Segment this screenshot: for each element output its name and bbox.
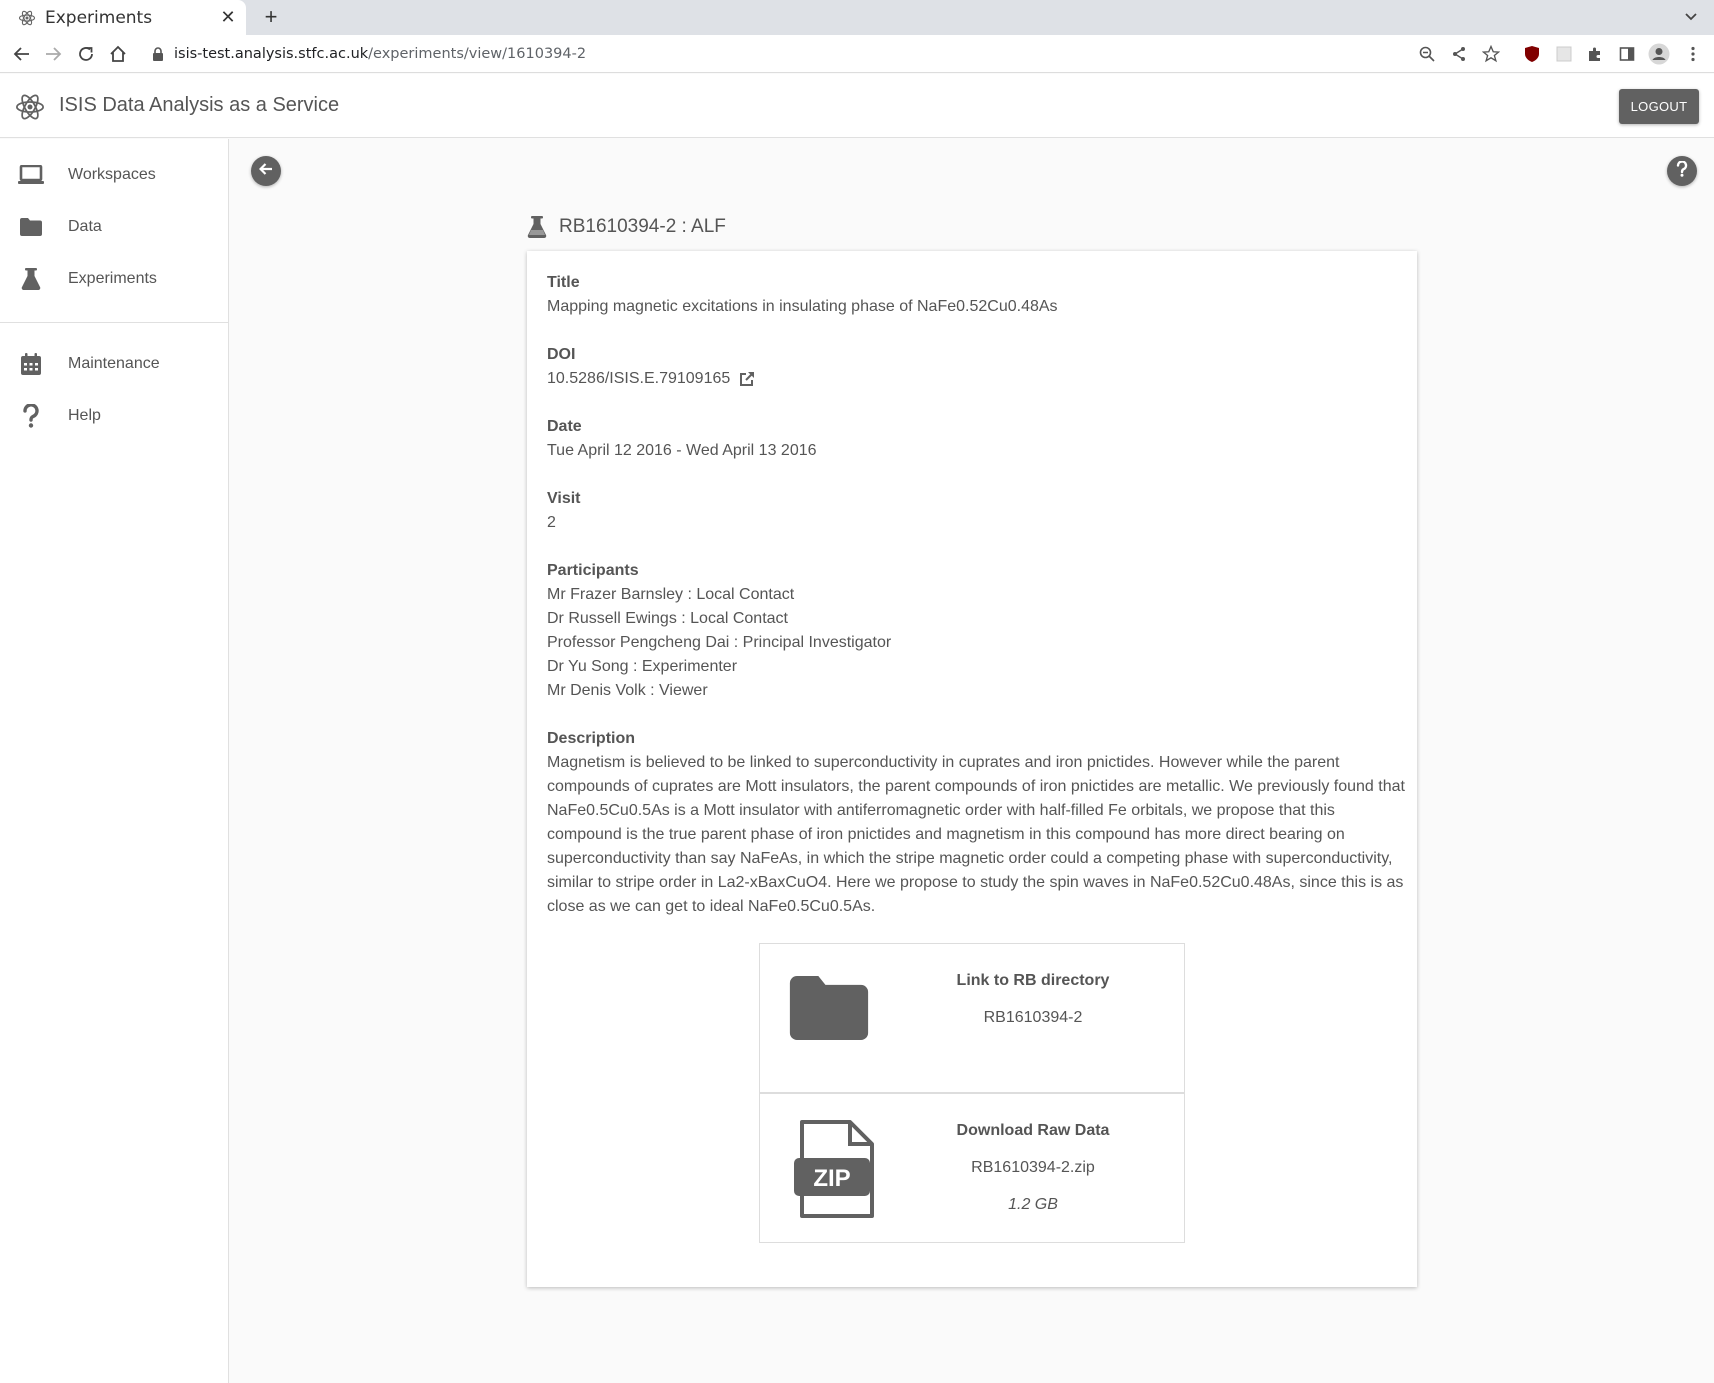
participant: Mr Denis Volk : Viewer — [547, 682, 708, 699]
browser-toolbar: isis-test.analysis.stfc.ac.uk/experiment… — [0, 35, 1714, 73]
zip-file-icon: ZIP — [792, 1120, 874, 1218]
participant: Mr Frazer Barnsley : Local Contact — [547, 586, 795, 603]
field-label: Date — [547, 418, 582, 435]
field-label: DOI — [547, 346, 576, 363]
download-title: Download Raw Data — [956, 1122, 1110, 1139]
doi-value: 10.5286/ISIS.E.79109165 — [547, 370, 731, 387]
description-field: Description Magnetism is believed to be … — [547, 727, 1407, 919]
date-value: Tue April 12 2016 - Wed April 13 2016 — [547, 442, 817, 459]
experiment-heading: RB1610394-2 : ALF — [526, 214, 726, 240]
rb-link-value: RB1610394-2 — [983, 1009, 1083, 1026]
participant: Professor Pengcheng Dai : Principal Inve… — [547, 634, 892, 651]
question-icon — [18, 403, 44, 429]
help-button[interactable] — [1667, 156, 1697, 186]
flask-icon — [18, 266, 44, 292]
sidebar-item-label: Data — [68, 218, 102, 235]
rb-link-title: Link to RB directory — [956, 972, 1110, 989]
experiment-title: Mapping magnetic excitations in insulati… — [547, 298, 1058, 315]
chevron-down-icon[interactable] — [1680, 6, 1702, 28]
zoom-icon[interactable] — [1415, 42, 1439, 66]
browser-tab-bar: Experiments ✕ + — [0, 0, 1714, 35]
sidebar-item-label: Workspaces — [68, 166, 156, 183]
url-text: isis-test.analysis.stfc.ac.uk/experiment… — [174, 46, 587, 62]
sidebar-divider — [0, 322, 228, 323]
visit-value: 2 — [547, 514, 556, 531]
flask-icon — [526, 214, 548, 240]
calendar-icon — [18, 351, 44, 377]
sidebar-item-label: Help — [68, 407, 101, 424]
field-label: Title — [547, 274, 580, 291]
doi-field: DOI 10.5286/ISIS.E.79109165 — [547, 343, 755, 391]
sidebar-item-workspaces[interactable]: Workspaces — [0, 150, 228, 200]
side-panel-icon[interactable] — [1615, 42, 1639, 66]
tab-title: Experiments — [45, 7, 153, 28]
folder-icon — [18, 214, 44, 240]
back-button[interactable] — [251, 156, 281, 186]
puzzle-extensions-icon[interactable] — [1583, 42, 1607, 66]
download-filesize: 1.2 GB — [1008, 1196, 1058, 1213]
back-arrow-icon[interactable] — [10, 42, 34, 66]
sidebar-item-label: Experiments — [68, 270, 157, 287]
date-field: Date Tue April 12 2016 - Wed April 13 20… — [547, 415, 817, 463]
page-title: RB1610394-2 : ALF — [559, 216, 726, 237]
new-tab-icon[interactable]: + — [258, 4, 284, 30]
forward-arrow-icon[interactable] — [41, 42, 65, 66]
atom-logo-icon — [15, 92, 45, 122]
field-label: Description — [547, 730, 636, 747]
app-title: ISIS Data Analysis as a Service — [59, 94, 340, 116]
download-filename: RB1610394-2.zip — [971, 1159, 1095, 1176]
laptop-icon — [18, 162, 44, 188]
ublock-extension-icon[interactable] — [1520, 42, 1544, 66]
folder-icon — [788, 976, 870, 1040]
field-label: Visit — [547, 490, 581, 507]
sidebar-item-experiments[interactable]: Experiments — [0, 254, 228, 304]
participant: Dr Russell Ewings : Local Contact — [547, 610, 788, 627]
sidebar-item-maintenance[interactable]: Maintenance — [0, 339, 228, 389]
external-link-icon[interactable] — [739, 371, 755, 387]
atom-favicon-icon — [18, 9, 36, 27]
field-label: Participants — [547, 562, 639, 579]
close-tab-icon[interactable]: ✕ — [216, 6, 240, 30]
share-icon[interactable] — [1447, 42, 1471, 66]
description-text: Magnetism is believed to be linked to su… — [547, 754, 1405, 915]
browser-tab[interactable]: Experiments ✕ — [0, 0, 246, 35]
rb-directory-link[interactable]: Link to RB directory RB1610394-2 — [759, 943, 1185, 1093]
browser-menu-icon[interactable] — [1681, 42, 1705, 66]
sidebar-item-label: Maintenance — [68, 355, 160, 372]
extension-placeholder-icon[interactable] — [1552, 42, 1576, 66]
sidebar: Workspaces Data Experiments Maintenance … — [0, 139, 229, 1383]
app-header: ISIS Data Analysis as a Service LOGOUT — [0, 74, 1714, 138]
lock-icon — [152, 47, 164, 61]
reload-icon[interactable] — [74, 42, 98, 66]
visit-field: Visit 2 — [547, 487, 581, 535]
bookmark-star-icon[interactable] — [1479, 42, 1503, 66]
sidebar-item-help[interactable]: Help — [0, 391, 228, 441]
question-icon — [1676, 159, 1688, 182]
profile-avatar-icon[interactable] — [1647, 42, 1671, 66]
experiment-details-card: Title Mapping magnetic excitations in in… — [527, 251, 1417, 1287]
address-bar[interactable]: isis-test.analysis.stfc.ac.uk/experiment… — [140, 38, 1488, 70]
sidebar-item-data[interactable]: Data — [0, 202, 228, 252]
home-icon[interactable] — [106, 42, 130, 66]
arrow-left-icon — [258, 162, 273, 181]
title-field: Title Mapping magnetic excitations in in… — [547, 271, 1058, 319]
participants-field: Participants Mr Frazer Barnsley : Local … — [547, 559, 891, 703]
logout-button[interactable]: LOGOUT — [1619, 89, 1699, 124]
download-raw-data-link[interactable]: ZIP Download Raw Data RB1610394-2.zip 1.… — [759, 1093, 1185, 1243]
zip-label: ZIP — [813, 1165, 850, 1192]
participant: Dr Yu Song : Experimenter — [547, 658, 738, 675]
